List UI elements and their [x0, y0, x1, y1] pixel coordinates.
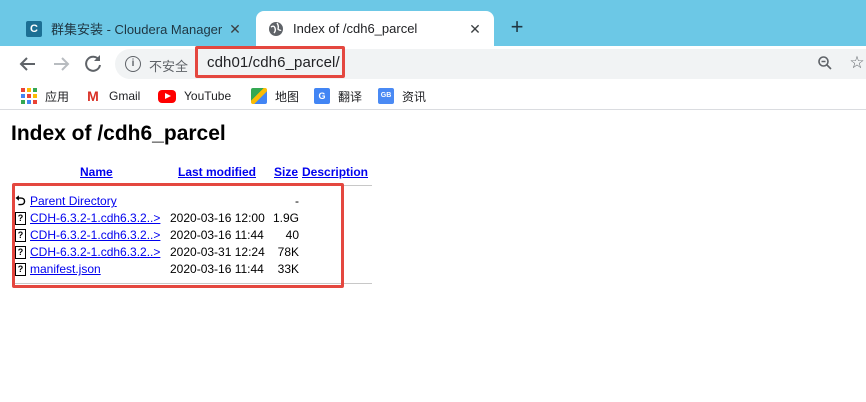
column-header-modified[interactable]: Last modified	[178, 165, 256, 179]
bookmark-label: YouTube	[184, 89, 232, 103]
bookmark-apps[interactable]: 应用	[21, 87, 69, 105]
sort-link[interactable]: Name	[80, 165, 113, 179]
url-annotation-box	[195, 46, 345, 78]
bookmark-label: 应用	[45, 89, 70, 104]
cloudera-icon: C	[26, 20, 42, 37]
page-content: Index of /cdh6_parcel Name Last modified…	[0, 111, 866, 402]
bookmark-gmail[interactable]: M Gmail	[85, 87, 140, 105]
bookmarks-bar: 应用 M Gmail YouTube 地图 G 翻译 GB 资讯	[0, 82, 866, 110]
news-icon: GB	[378, 88, 394, 104]
bookmark-youtube[interactable]: YouTube	[158, 87, 231, 105]
new-tab-button[interactable]: +	[506, 14, 528, 40]
bookmark-label: Gmail	[109, 89, 141, 103]
bookmark-news[interactable]: GB 资讯	[378, 87, 426, 105]
bookmark-label: 地图	[275, 89, 300, 104]
bookmark-label: 翻译	[338, 89, 363, 104]
tab-title: Index of /cdh6_parcel	[293, 21, 418, 36]
tab-cloudera-manager[interactable]: C 群集安装 - Cloudera Manager ✕	[14, 11, 254, 46]
apps-icon	[21, 88, 37, 104]
column-header-name[interactable]: Name	[80, 165, 113, 179]
zoom-icon[interactable]	[816, 55, 834, 73]
bookmark-label: 资讯	[402, 89, 427, 104]
bookmark-translate[interactable]: G 翻译	[314, 87, 362, 105]
back-arrow-icon[interactable]	[16, 52, 40, 76]
youtube-icon	[158, 89, 176, 103]
reload-icon[interactable]	[81, 52, 105, 76]
tab-strip: C 群集安装 - Cloudera Manager ✕ Index of /cd…	[0, 0, 866, 46]
sort-link[interactable]: Size	[274, 165, 298, 179]
sort-link[interactable]: Description	[302, 165, 368, 179]
bookmark-star-icon[interactable]: ☆	[848, 54, 866, 72]
sort-link[interactable]: Last modified	[178, 165, 256, 179]
column-header-description[interactable]: Description	[302, 165, 368, 179]
listing-annotation-box	[12, 183, 344, 288]
translate-icon: G	[314, 88, 330, 104]
security-status[interactable]: 不安全	[149, 56, 188, 75]
toolbar: i 不安全 cdh01/cdh6_parcel/ ☆	[0, 46, 866, 82]
info-icon[interactable]: i	[125, 56, 141, 72]
maps-icon	[251, 88, 267, 104]
address-bar[interactable]: i 不安全 cdh01/cdh6_parcel/ ☆	[115, 46, 866, 79]
globe-icon	[268, 21, 284, 37]
gmail-icon: M	[87, 88, 99, 104]
bookmark-maps[interactable]: 地图	[251, 87, 299, 105]
page-title: Index of /cdh6_parcel	[11, 122, 226, 145]
forward-arrow-icon[interactable]	[49, 52, 73, 76]
close-icon[interactable]: ✕	[466, 20, 484, 38]
tab-title: 群集安装 - Cloudera Manager	[51, 22, 223, 37]
column-header-size[interactable]: Size	[274, 165, 298, 179]
close-icon[interactable]: ✕	[226, 20, 244, 38]
tab-index-cdh6-parcel[interactable]: Index of /cdh6_parcel ✕	[256, 11, 494, 46]
